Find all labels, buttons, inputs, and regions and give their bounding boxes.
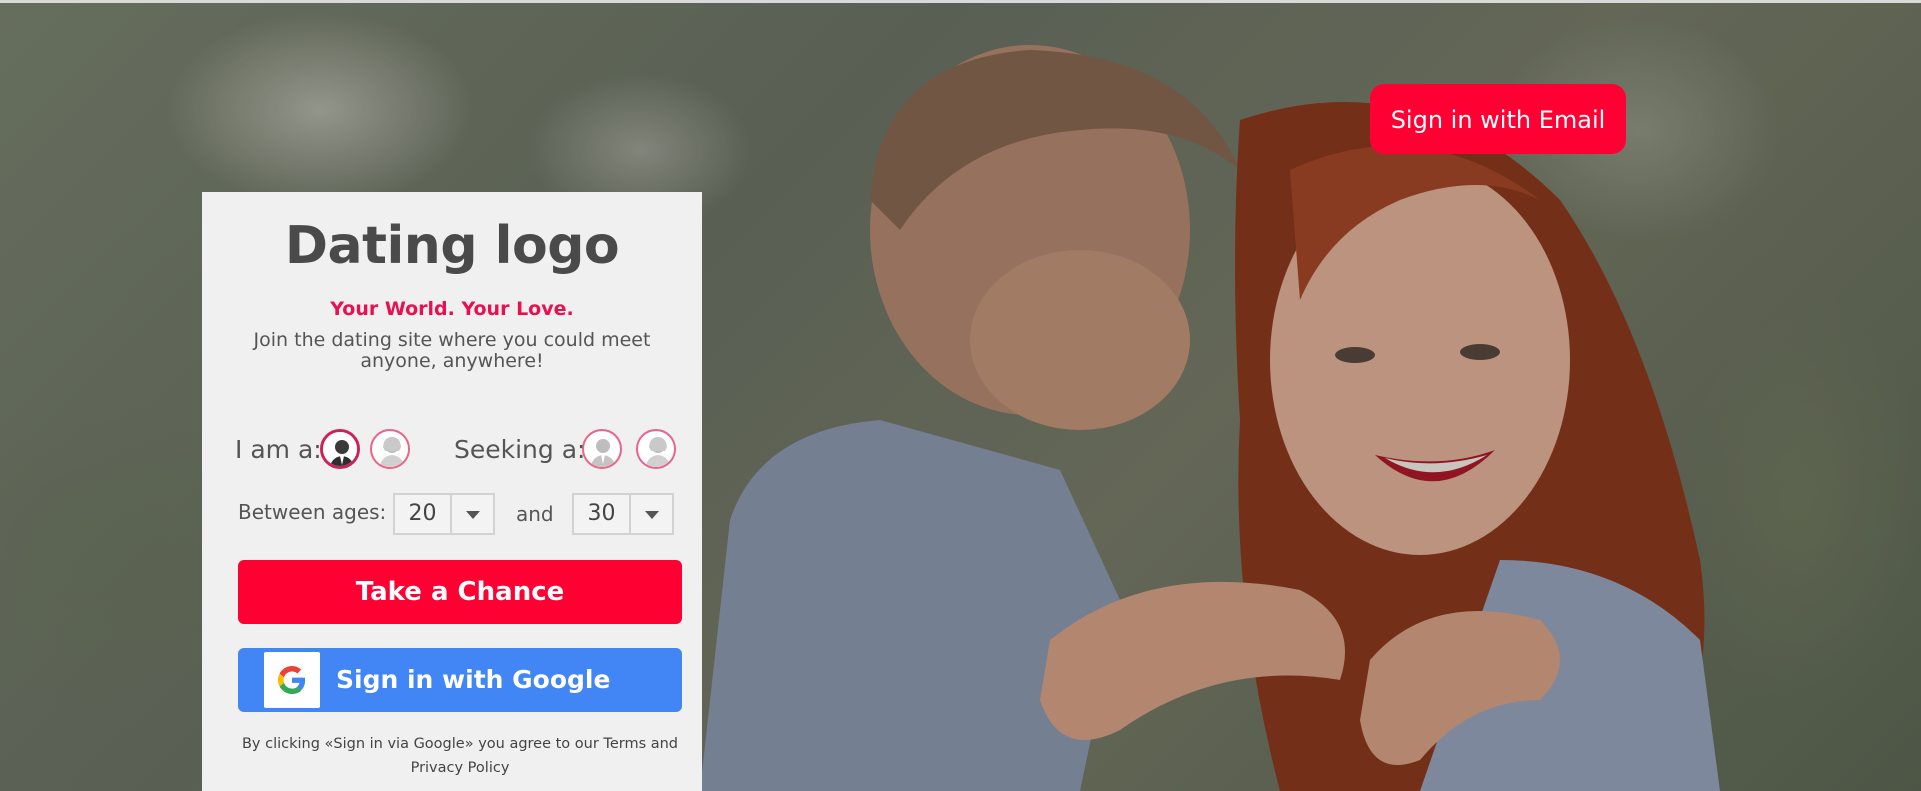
- top-border: [0, 0, 1921, 3]
- age-max-select[interactable]: 30: [572, 493, 674, 535]
- take-a-chance-button[interactable]: Take a Chance: [238, 560, 682, 624]
- tagline: Your World. Your Love.: [330, 298, 574, 320]
- select-divider: [450, 495, 452, 533]
- signup-panel: Dating logo Your World. Your Love. Join …: [202, 192, 702, 791]
- site-logo: Dating logo: [284, 216, 620, 276]
- google-button-label: Sign in with Google: [336, 665, 611, 694]
- i-am-label: I am a:: [235, 435, 322, 464]
- age-min-value: 20: [408, 501, 437, 526]
- seeking-label: Seeking a:: [454, 435, 586, 464]
- seeking-female-icon[interactable]: [636, 429, 676, 469]
- google-logo-icon: [264, 652, 320, 708]
- select-divider: [629, 495, 631, 533]
- subtitle: Join the dating site where you could mee…: [253, 329, 651, 372]
- i-am-male-icon[interactable]: [320, 429, 360, 469]
- between-ages-label: Between ages:: [238, 500, 387, 524]
- age-min-select[interactable]: 20: [393, 493, 495, 535]
- caret-down-icon: [645, 511, 659, 519]
- sign-in-with-email-button[interactable]: Sign in with Email: [1370, 84, 1626, 154]
- sign-in-with-google-button[interactable]: Sign in with Google: [238, 648, 682, 712]
- seeking-male-icon[interactable]: [582, 429, 622, 469]
- i-am-female-icon[interactable]: [370, 429, 410, 469]
- caret-down-icon: [466, 511, 480, 519]
- age-max-value: 30: [587, 501, 616, 526]
- terms-notice: By clicking «Sign in via Google» you agr…: [241, 736, 679, 776]
- and-label: and: [516, 502, 554, 526]
